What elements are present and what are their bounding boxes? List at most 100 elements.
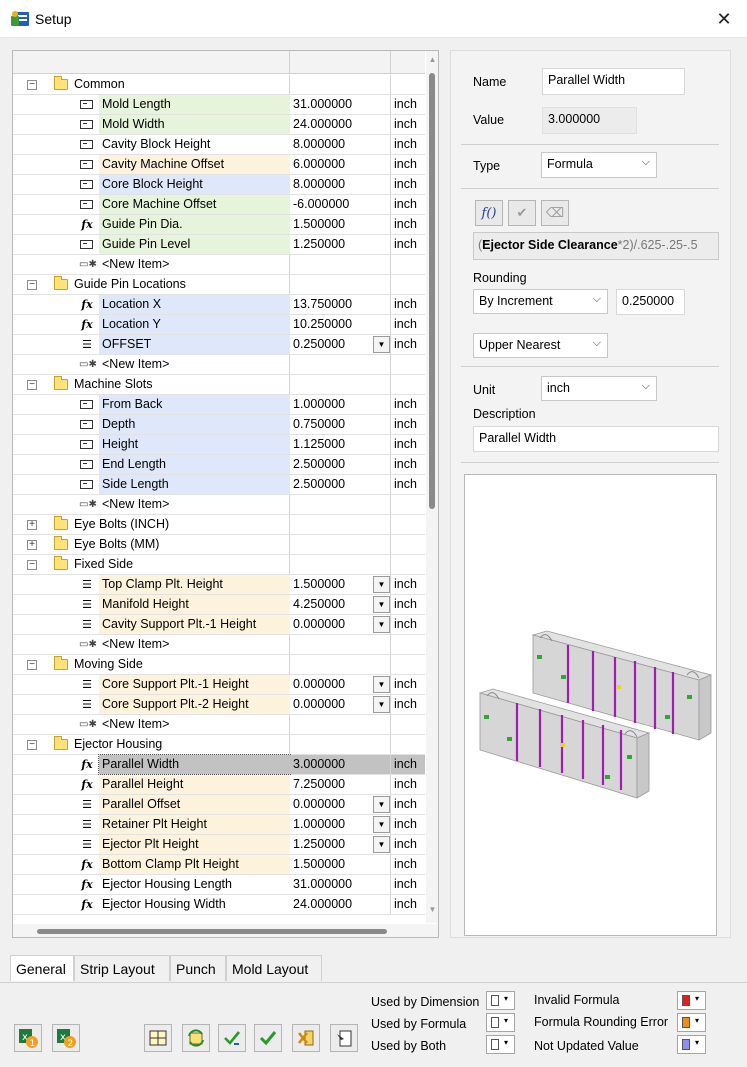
item-name-cell[interactable]: Guide Pin Level: [13, 235, 290, 254]
collapse-icon[interactable]: −: [27, 740, 37, 750]
tree-group-eye-bolts-inch[interactable]: + Eye Bolts (INCH): [13, 515, 425, 535]
export-pointer-button[interactable]: [330, 1024, 358, 1052]
item-value-cell[interactable]: 10.250000: [290, 315, 391, 334]
header-unit-column[interactable]: [391, 51, 425, 74]
rounding-direction-select[interactable]: Upper Nearest ⌵: [473, 333, 608, 358]
item-name-cell[interactable]: fx Guide Pin Dia.: [13, 215, 290, 234]
item-value-cell[interactable]: 1.250000 ▼: [290, 835, 391, 854]
item-name-cell[interactable]: ▭✱ <New Item>: [13, 255, 290, 274]
type-select[interactable]: Formula ⌵: [541, 152, 657, 178]
expand-icon[interactable]: +: [27, 540, 37, 550]
item-name-cell[interactable]: Cavity Machine Offset: [13, 155, 290, 174]
group-name-cell[interactable]: − Common: [13, 75, 290, 94]
value-dropdown-icon[interactable]: ▼: [373, 596, 390, 613]
collapse-icon[interactable]: −: [27, 80, 37, 90]
ok-button[interactable]: [254, 1024, 282, 1052]
value-dropdown-icon[interactable]: ▼: [373, 796, 390, 813]
tab-strip-layout[interactable]: Strip Layout: [74, 955, 170, 981]
tree-row-manifold-height[interactable]: Manifold Height4.250000 ▼ inch: [13, 595, 425, 615]
item-value-cell[interactable]: 31.000000: [290, 95, 391, 114]
invalid-formula-color-picker[interactable]: ▾: [677, 991, 706, 1010]
item-value-cell[interactable]: -6.000000: [290, 195, 391, 214]
formula-rounding-error-color-picker[interactable]: ▾: [677, 1013, 706, 1032]
item-value-cell[interactable]: 1.125000: [290, 435, 391, 454]
item-value-cell[interactable]: 0.000000 ▼: [290, 795, 391, 814]
item-name-cell[interactable]: From Back: [13, 395, 290, 414]
group-name-cell[interactable]: − Guide Pin Locations: [13, 275, 290, 294]
tree-row-cavity-support-plt-1-height[interactable]: Cavity Support Plt.-1 Height0.000000 ▼ inc…: [13, 615, 425, 635]
tab-mold-layout[interactable]: Mold Layout: [226, 955, 322, 981]
new-item-row[interactable]: ▭✱ <New Item>: [13, 635, 425, 655]
tree-row-parallel-offset[interactable]: Parallel Offset0.000000 ▼ inch: [13, 795, 425, 815]
value-dropdown-icon[interactable]: ▼: [373, 816, 390, 833]
tree-row-depth[interactable]: Depth 0.750000 inch: [13, 415, 425, 435]
group-name-cell[interactable]: − Ejector Housing: [13, 735, 290, 754]
clear-formula-button[interactable]: ⌫: [541, 200, 569, 226]
item-name-cell[interactable]: OFFSET: [13, 335, 290, 354]
tree-group-machine-slots[interactable]: − Machine Slots: [13, 375, 425, 395]
new-item-row[interactable]: ▭✱ <New Item>: [13, 495, 425, 515]
tree-group-ejector-housing[interactable]: − Ejector Housing: [13, 735, 425, 755]
name-field[interactable]: Parallel Width: [542, 68, 685, 95]
tree-row-height[interactable]: Height 1.125000 inch: [13, 435, 425, 455]
item-value-cell[interactable]: 4.250000 ▼: [290, 595, 391, 614]
item-name-cell[interactable]: Top Clamp Plt. Height: [13, 575, 290, 594]
cancel-exit-button[interactable]: [292, 1024, 320, 1052]
tree-row-core-support-plt-2-height[interactable]: Core Support Plt.-2 Height0.000000 ▼ inch: [13, 695, 425, 715]
item-name-cell[interactable]: Manifold Height: [13, 595, 290, 614]
value-dropdown-icon[interactable]: ▼: [373, 836, 390, 853]
tree-row-offset[interactable]: OFFSET0.250000 ▼ inch: [13, 335, 425, 355]
tree-row-core-support-plt-1-height[interactable]: Core Support Plt.-1 Height0.000000 ▼ inch: [13, 675, 425, 695]
tree-row-cavity-block-height[interactable]: Cavity Block Height 8.000000 inch: [13, 135, 425, 155]
export-excel-2-button[interactable]: x2: [52, 1024, 80, 1052]
tree-row-end-length[interactable]: End Length 2.500000 inch: [13, 455, 425, 475]
tab-punch[interactable]: Punch: [170, 955, 226, 981]
item-name-cell[interactable]: End Length: [13, 455, 290, 474]
item-value-cell[interactable]: 24.000000: [290, 895, 391, 914]
item-value-cell[interactable]: 3.000000: [290, 755, 391, 774]
group-name-cell[interactable]: − Machine Slots: [13, 375, 290, 394]
item-value-cell[interactable]: 0.750000: [290, 415, 391, 434]
item-name-cell[interactable]: Core Block Height: [13, 175, 290, 194]
collapse-icon[interactable]: −: [27, 280, 37, 290]
used-by-both-color-picker[interactable]: ▾: [486, 1035, 515, 1054]
used-by-dimension-color-picker[interactable]: ▾: [486, 991, 515, 1010]
group-name-cell[interactable]: − Fixed Side: [13, 555, 290, 574]
tree-row-mold-width[interactable]: Mold Width 24.000000 inch: [13, 115, 425, 135]
item-value-cell[interactable]: 31.000000: [290, 875, 391, 894]
tree-group-common[interactable]: − Common: [13, 75, 425, 95]
tab-general[interactable]: General: [10, 955, 74, 981]
expand-icon[interactable]: +: [27, 520, 37, 530]
tree-group-eye-bolts-mm[interactable]: + Eye Bolts (MM): [13, 535, 425, 555]
tree-row-parallel-height[interactable]: fx Parallel Height 7.250000 inch: [13, 775, 425, 795]
item-value-cell[interactable]: 0.000000 ▼: [290, 615, 391, 634]
formula-field[interactable]: (Ejector Side Clearance*2)/.625-.25-.5: [473, 232, 719, 260]
item-value-cell[interactable]: 1.000000: [290, 395, 391, 414]
item-name-cell[interactable]: fx Parallel Width: [13, 754, 291, 775]
value-dropdown-icon[interactable]: ▼: [373, 676, 390, 693]
tree-row-parallel-width[interactable]: fx Parallel Width 3.000000 inch: [13, 754, 425, 775]
item-name-cell[interactable]: fx Location X: [13, 295, 290, 314]
item-name-cell[interactable]: Mold Length: [13, 95, 290, 114]
item-value-cell[interactable]: 24.000000: [290, 115, 391, 134]
item-value-cell[interactable]: 8.000000: [290, 135, 391, 154]
item-name-cell[interactable]: Mold Width: [13, 115, 290, 134]
tree-group-moving-side[interactable]: − Moving Side: [13, 655, 425, 675]
item-name-cell[interactable]: Height: [13, 435, 290, 454]
item-name-cell[interactable]: Core Support Plt.-2 Height: [13, 695, 290, 714]
description-field[interactable]: Parallel Width: [473, 426, 719, 452]
item-name-cell[interactable]: Cavity Block Height: [13, 135, 290, 154]
tree-row-location-y[interactable]: fx Location Y 10.250000 inch: [13, 315, 425, 335]
not-updated-value-color-picker[interactable]: ▾: [677, 1035, 706, 1054]
item-name-cell[interactable]: fx Parallel Height: [13, 775, 290, 794]
tree-group-fixed-side[interactable]: − Fixed Side: [13, 555, 425, 575]
item-name-cell[interactable]: ▭✱ <New Item>: [13, 355, 290, 374]
item-name-cell[interactable]: Depth: [13, 415, 290, 434]
tree-row-ejector-housing-length[interactable]: fx Ejector Housing Length 31.000000 inch: [13, 875, 425, 895]
item-value-cell[interactable]: 1.500000 ▼: [290, 575, 391, 594]
tree-row-top-clamp-plt-height[interactable]: Top Clamp Plt. Height1.500000 ▼ inch: [13, 575, 425, 595]
item-value-cell[interactable]: 6.000000: [290, 155, 391, 174]
item-value-cell[interactable]: 2.500000: [290, 455, 391, 474]
parameter-tree[interactable]: − Common Mold Length 31.000000 inch Mold Widt…: [12, 50, 439, 938]
item-name-cell[interactable]: Cavity Support Plt.-1 Height: [13, 615, 290, 634]
